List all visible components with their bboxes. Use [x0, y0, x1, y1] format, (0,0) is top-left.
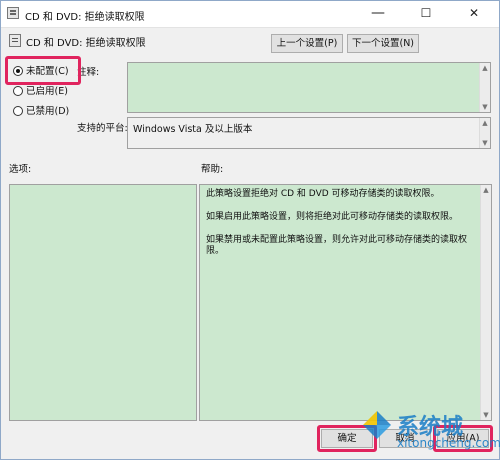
- help-paragraph: 如果启用此策略设置，则将拒绝对此可移动存储类的读取权限。: [206, 212, 459, 222]
- policy-setting-icon: [9, 34, 21, 47]
- radio-highlight-frame: [5, 56, 81, 85]
- close-button[interactable]: ✕: [453, 1, 495, 27]
- scroll-down-icon[interactable]: ▼: [481, 138, 489, 148]
- help-panel: 此策略设置拒绝对 CD 和 DVD 可移动存储类的读取权限。 如果启用此策略设置…: [199, 184, 492, 421]
- policy-dialog: CD 和 DVD: 拒绝读取权限 — ☐ ✕ CD 和 DVD: 拒绝读取权限 …: [0, 0, 500, 460]
- help-section-label: 帮助:: [201, 164, 224, 175]
- platform-field: Windows Vista 及以上版本 ▲ ▼: [127, 117, 491, 149]
- platform-label: 支持的平台:: [77, 123, 128, 134]
- comment-textarea[interactable]: ▲ ▼: [127, 62, 491, 113]
- windows-logo-icon: [363, 411, 391, 439]
- radio-enabled[interactable]: 已启用(E): [13, 83, 68, 99]
- platform-scrollbar[interactable]: ▲ ▼: [479, 118, 490, 148]
- comment-scrollbar[interactable]: ▲ ▼: [479, 63, 490, 112]
- radio-disabled-label: 已禁用(D): [26, 106, 70, 117]
- scroll-up-icon[interactable]: ▲: [482, 185, 490, 195]
- window-title: CD 和 DVD: 拒绝读取权限: [25, 12, 145, 23]
- help-scrollbar[interactable]: ▲ ▼: [480, 185, 491, 420]
- policy-name: CD 和 DVD: 拒绝读取权限: [26, 38, 146, 49]
- watermark-url: xitongcheng.com: [397, 436, 500, 450]
- options-panel: [9, 184, 197, 421]
- policy-app-icon: [7, 7, 19, 19]
- previous-setting-button[interactable]: 上一个设置(P): [271, 34, 343, 53]
- radio-enabled-label: 已启用(E): [26, 86, 68, 97]
- help-paragraph: 此策略设置拒绝对 CD 和 DVD 可移动存储类的读取权限。: [206, 189, 440, 199]
- title-bar: CD 和 DVD: 拒绝读取权限 — ☐ ✕: [1, 1, 499, 28]
- radio-button-icon: [13, 85, 23, 96]
- scroll-up-icon[interactable]: ▲: [481, 118, 489, 128]
- radio-button-icon: [13, 105, 23, 116]
- options-section-label: 选项:: [9, 164, 32, 175]
- radio-disabled[interactable]: 已禁用(D): [13, 103, 69, 119]
- maximize-button[interactable]: ☐: [405, 1, 447, 27]
- watermark: 系统城 xitongcheng.com: [361, 409, 500, 455]
- next-setting-button[interactable]: 下一个设置(N): [347, 34, 419, 53]
- help-paragraph: 如果禁用或未配置此策略设置，则允许对此可移动存储类的读取权限。: [206, 235, 468, 256]
- scroll-up-icon[interactable]: ▲: [481, 63, 489, 73]
- minimize-button[interactable]: —: [357, 1, 399, 27]
- platform-value: Windows Vista 及以上版本: [133, 124, 253, 135]
- scroll-down-icon[interactable]: ▼: [481, 102, 489, 112]
